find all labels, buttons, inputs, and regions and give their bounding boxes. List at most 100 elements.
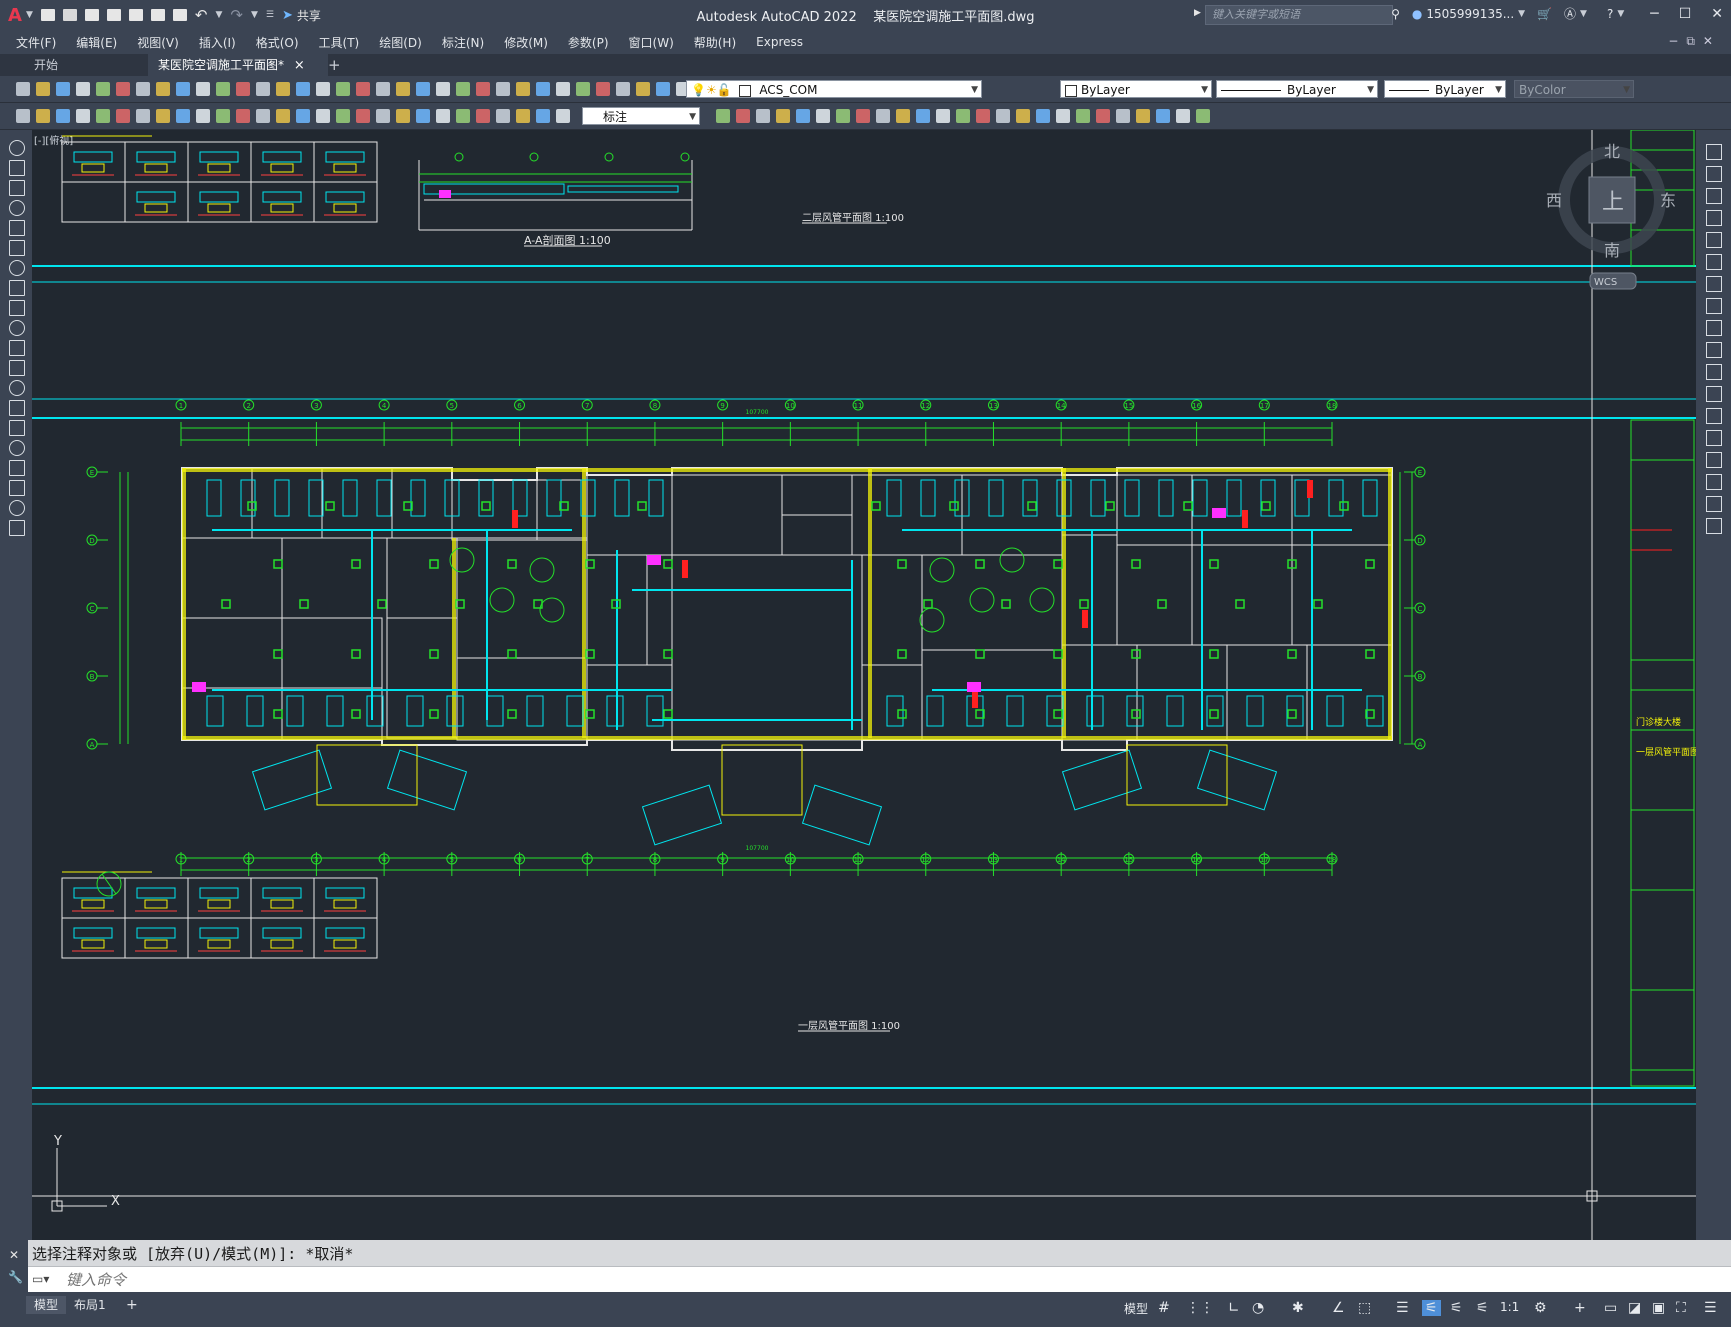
annotation-scale-icon[interactable]: ⚟ [1476, 1300, 1489, 1316]
search-input[interactable]: 键入关键字或短语 [1205, 5, 1393, 25]
linetype-dropdown[interactable]: ByLayer ▼ [1216, 80, 1378, 98]
save-web-icon[interactable] [150, 9, 165, 21]
lineweight-icon[interactable]: ☰ [1396, 1300, 1409, 1316]
draw-tool-icon[interactable] [9, 380, 25, 396]
menu-view[interactable]: 视图(V) [127, 34, 189, 51]
toolbar-tool-icon[interactable] [236, 109, 250, 123]
draw-tool-icon[interactable] [9, 520, 25, 536]
toolbar-tool-icon[interactable] [756, 109, 770, 123]
open-web-icon[interactable] [128, 9, 143, 21]
draw-tool-icon[interactable] [9, 420, 25, 436]
toolbar-tool-icon[interactable] [716, 109, 730, 123]
toolbar-tool-icon[interactable] [996, 109, 1010, 123]
toolbar-tool-icon[interactable] [396, 82, 410, 96]
modify-tool-icon[interactable] [1706, 364, 1722, 380]
toolbar-tool-icon[interactable] [536, 82, 550, 96]
hardware-accel-icon[interactable]: ▣ [1652, 1300, 1665, 1316]
draw-tool-icon[interactable] [9, 180, 25, 196]
toolbar-tool-icon[interactable] [36, 109, 50, 123]
menu-parametric[interactable]: 参数(P) [558, 34, 619, 51]
draw-tool-icon[interactable] [9, 220, 25, 236]
toolbar-tool-icon[interactable] [176, 82, 190, 96]
toolbar-tool-icon[interactable] [1016, 109, 1030, 123]
toolbar-tool-icon[interactable] [1116, 109, 1130, 123]
menu-insert[interactable]: 插入(I) [189, 34, 246, 51]
doc-window-controls[interactable]: −⧉✕ [1668, 34, 1721, 49]
toolbar-tool-icon[interactable] [1196, 109, 1210, 123]
toolbar-tool-icon[interactable] [896, 109, 910, 123]
help-icon[interactable]: ? [1607, 7, 1613, 21]
toolbar-tool-icon[interactable] [496, 82, 510, 96]
modify-tool-icon[interactable] [1706, 276, 1722, 292]
share-icon[interactable]: ➤ [282, 8, 293, 23]
draw-tool-icon[interactable] [9, 480, 25, 496]
draw-tool-icon[interactable] [9, 140, 25, 156]
toolbar-tool-icon[interactable] [196, 82, 210, 96]
toolbar-tool-icon[interactable] [476, 109, 490, 123]
autodesk-app-icon[interactable]: Ⓐ [1564, 5, 1576, 22]
menu-window[interactable]: 窗口(W) [619, 34, 684, 51]
draw-tool-icon[interactable] [9, 400, 25, 416]
modify-tool-icon[interactable] [1706, 496, 1722, 512]
toolbar-tool-icon[interactable] [116, 82, 130, 96]
modify-tool-icon[interactable] [1706, 254, 1722, 270]
annotation-visibility-icon[interactable]: ⚟ [1422, 1300, 1441, 1316]
toolbar-tool-icon[interactable] [516, 109, 530, 123]
toolbar-tool-icon[interactable] [456, 82, 470, 96]
redo-caret-icon[interactable]: ▼ [251, 10, 258, 20]
toolbar-tool-icon[interactable] [96, 82, 110, 96]
modify-tool-icon[interactable] [1706, 298, 1722, 314]
modify-tool-icon[interactable] [1706, 518, 1722, 534]
menu-help[interactable]: 帮助(H) [684, 34, 746, 51]
search-icon[interactable]: ⚲ [1391, 7, 1400, 21]
modify-tool-icon[interactable] [1706, 386, 1722, 402]
app-caret-icon[interactable]: ▼ [1580, 9, 1587, 19]
otrack-icon[interactable]: ∠ [1332, 1300, 1345, 1316]
draw-tool-icon[interactable] [9, 440, 25, 456]
toolbar-tool-icon[interactable] [36, 82, 50, 96]
toolbar-tool-icon[interactable] [836, 109, 850, 123]
customize-qa-icon[interactable]: ☰ [266, 10, 274, 20]
modify-tool-icon[interactable] [1706, 408, 1722, 424]
minimize-button[interactable]: ─ [1650, 6, 1658, 22]
toolbar-tool-icon[interactable] [96, 109, 110, 123]
toolbar-tool-icon[interactable] [1076, 109, 1090, 123]
annotation-autoscale-icon[interactable]: ⚟ [1450, 1300, 1463, 1316]
modify-tool-icon[interactable] [1706, 452, 1722, 468]
wcs-label[interactable]: WCS [1594, 277, 1617, 288]
new-file-icon[interactable] [40, 9, 55, 21]
toolbar-tool-icon[interactable] [356, 109, 370, 123]
toolbar-tool-icon[interactable] [336, 82, 350, 96]
viewcube-face[interactable]: 上 [1602, 190, 1624, 215]
redo-icon[interactable]: ↷ [230, 6, 243, 24]
toolbar-tool-icon[interactable] [616, 82, 630, 96]
toolbar-tool-icon[interactable] [396, 109, 410, 123]
toolbar-tool-icon[interactable] [536, 109, 550, 123]
toolbar-tool-icon[interactable] [276, 82, 290, 96]
modify-tool-icon[interactable] [1706, 210, 1722, 226]
draw-tool-icon[interactable] [9, 160, 25, 176]
toolbar-tool-icon[interactable] [636, 82, 650, 96]
layer-dropdown[interactable]: 💡☀🔓 ACS_COM ▼ [686, 80, 982, 98]
draw-tool-icon[interactable] [9, 500, 25, 516]
grid-icon[interactable]: # [1158, 1300, 1170, 1316]
tab-document[interactable]: 某医院空调施工平面图* × [148, 54, 328, 76]
draw-tool-icon[interactable] [9, 360, 25, 376]
user-caret-icon[interactable]: ▼ [1518, 9, 1525, 19]
toolbar-tool-icon[interactable] [596, 82, 610, 96]
toolbar-tool-icon[interactable] [576, 82, 590, 96]
toolbar-tool-icon[interactable] [276, 109, 290, 123]
autocad-logo-icon[interactable]: A [8, 5, 22, 26]
menu-tools[interactable]: 工具(T) [309, 34, 370, 51]
menu-modify[interactable]: 修改(M) [494, 34, 558, 51]
workspace-gear-icon[interactable]: ⚙ [1534, 1300, 1547, 1316]
toolbar-tool-icon[interactable] [216, 109, 230, 123]
toolbar-tool-icon[interactable] [876, 109, 890, 123]
menu-format[interactable]: 格式(O) [246, 34, 309, 51]
tab-start[interactable]: 开始 [24, 54, 154, 76]
undo-caret-icon[interactable]: ▼ [215, 10, 222, 20]
modify-tool-icon[interactable] [1706, 342, 1722, 358]
toolbar-tool-icon[interactable] [316, 109, 330, 123]
open-file-icon[interactable] [62, 9, 77, 21]
draw-tool-icon[interactable] [9, 300, 25, 316]
